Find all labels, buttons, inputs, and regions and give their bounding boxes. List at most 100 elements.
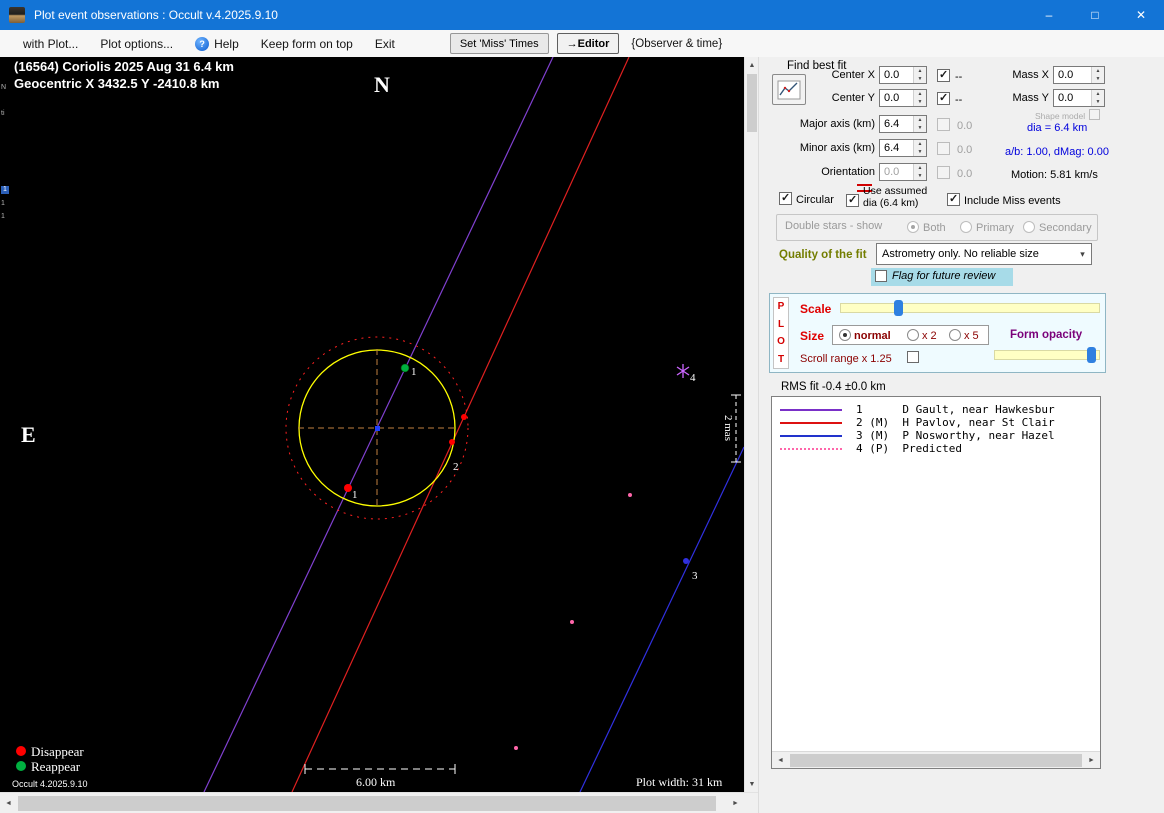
observations-listbox[interactable]: 1 D Gault, near Hawkesbur 2 (M) H Pavlov… — [771, 396, 1101, 769]
menu-with-plot[interactable]: with Plot... — [12, 37, 89, 51]
spinner-down-icon[interactable]: ▼ — [914, 148, 926, 156]
observation-row[interactable]: 2 (M) H Pavlov, near St Clair — [780, 416, 1100, 429]
observation-row[interactable]: 3 (M) P Nosworthy, near Hazel — [780, 429, 1100, 442]
shape-model-checkbox[interactable] — [1089, 109, 1100, 120]
chord-2-line[interactable] — [291, 57, 630, 792]
scale-slider-thumb[interactable] — [894, 300, 903, 316]
menu-plot-options[interactable]: Plot options... — [89, 37, 184, 51]
center-x-spin-buttons[interactable]: ▲ ▼ — [913, 67, 926, 83]
size-x2-label: x 2 — [922, 330, 937, 342]
close-icon: ✕ — [1135, 8, 1147, 22]
scroll-range-checkbox[interactable] — [907, 351, 919, 363]
spinner-up-icon[interactable]: ▲ — [914, 140, 926, 148]
listbox-scroll-left-button[interactable]: ◄ — [772, 752, 789, 768]
center-y-spinner[interactable]: 0.0 ▲ ▼ — [879, 89, 927, 107]
mass-y-spinner[interactable]: 0.0 ▲ ▼ — [1053, 89, 1105, 107]
listbox-horizontal-scrollbar[interactable]: ◄ ► — [772, 751, 1100, 768]
horizontal-scroll-thumb[interactable] — [18, 796, 716, 811]
major-axis-spinner[interactable]: 6.4 ▲ ▼ — [879, 115, 927, 133]
form-opacity-slider[interactable] — [994, 346, 1100, 364]
spinner-up-icon[interactable]: ▲ — [1092, 67, 1104, 75]
form-opacity-slider-track[interactable] — [994, 350, 1100, 360]
predicted-star-marker[interactable] — [676, 364, 690, 378]
mass-x-spin-buttons[interactable]: ▲ ▼ — [1091, 67, 1104, 83]
titlebar[interactable]: Plot event observations : Occult v.4.202… — [0, 0, 1164, 30]
scroll-up-button[interactable]: ▲ — [745, 57, 759, 73]
major-axis-label: Major axis (km) — [799, 118, 875, 130]
background-window-fragment: N — [1, 84, 7, 91]
double-stars-both-radio[interactable] — [907, 221, 919, 233]
use-assumed-checkbox[interactable] — [846, 193, 859, 207]
spinner-down-icon[interactable]: ▼ — [914, 172, 926, 180]
minor-axis-spin-buttons[interactable]: ▲ ▼ — [913, 140, 926, 156]
predicted-dot — [628, 493, 632, 497]
spinner-up-icon[interactable]: ▲ — [1092, 90, 1104, 98]
mass-y-spin-buttons[interactable]: ▲ ▼ — [1091, 90, 1104, 106]
spinner-down-icon[interactable]: ▼ — [914, 98, 926, 106]
form-opacity-slider-thumb[interactable] — [1087, 347, 1096, 363]
chord-3-marker[interactable] — [683, 558, 689, 564]
chord-1-line[interactable] — [203, 57, 554, 792]
circular-checkbox[interactable] — [779, 191, 792, 205]
spinner-up-icon[interactable]: ▲ — [914, 90, 926, 98]
menu-exit[interactable]: Exit — [364, 37, 406, 51]
center-x-checkbox[interactable] — [937, 68, 950, 82]
major-axis-spin-buttons[interactable]: ▲ ▼ — [913, 116, 926, 132]
size-x2-radio[interactable] — [907, 329, 919, 341]
reappear-marker-1[interactable] — [400, 363, 410, 373]
minor-axis-spinner[interactable]: 6.4 ▲ ▼ — [879, 139, 927, 157]
vertical-scroll-thumb[interactable] — [747, 74, 757, 132]
spinner-down-icon[interactable]: ▼ — [1092, 75, 1104, 83]
listbox-scroll-thumb[interactable] — [790, 754, 1082, 767]
arrow-down-icon: ▼ — [748, 780, 756, 788]
scroll-right-button[interactable]: ► — [727, 793, 744, 813]
plot-vertical-scrollbar[interactable]: ▲ ▼ — [744, 57, 759, 792]
spinner-up-icon[interactable]: ▲ — [914, 116, 926, 124]
double-stars-primary-radio[interactable] — [960, 221, 972, 233]
orientation-spinner[interactable]: 0.0 ▲ ▼ — [879, 163, 927, 181]
center-y-checkbox[interactable] — [937, 91, 950, 105]
editor-button[interactable]: →Editor — [556, 33, 620, 54]
mass-x-spinner[interactable]: 0.0 ▲ ▼ — [1053, 66, 1105, 84]
orientation-checkbox[interactable] — [937, 166, 950, 179]
size-x5-radio[interactable] — [949, 329, 961, 341]
include-miss-checkbox[interactable] — [947, 192, 960, 206]
disappear-marker-1[interactable] — [344, 484, 352, 492]
center-y-spin-buttons[interactable]: ▲ ▼ — [913, 90, 926, 106]
scroll-down-button[interactable]: ▼ — [745, 776, 759, 792]
observation-row[interactable]: 1 D Gault, near Hawkesbur — [780, 403, 1100, 416]
minimize-button[interactable]: – — [1026, 0, 1072, 30]
scale-slider-track[interactable] — [840, 303, 1100, 313]
double-stars-secondary-radio[interactable] — [1023, 221, 1035, 233]
minor-axis-checkbox[interactable] — [937, 142, 950, 155]
spinner-down-icon[interactable]: ▼ — [914, 124, 926, 132]
chord-3-line[interactable] — [579, 446, 744, 792]
scroll-left-button[interactable]: ◄ — [0, 793, 17, 813]
close-button[interactable]: ✕ — [1118, 0, 1164, 30]
observer-time-label[interactable]: {Observer & time} — [631, 38, 722, 50]
maximize-button[interactable]: □ — [1072, 0, 1118, 30]
spinner-down-icon[interactable]: ▼ — [914, 75, 926, 83]
disappear-marker-2[interactable] — [461, 414, 467, 420]
size-normal-radio[interactable] — [839, 329, 851, 341]
plot-horizontal-scrollbar[interactable]: ◄ ► — [0, 792, 758, 813]
quality-dropdown[interactable]: Astrometry only. No reliable size ▾ — [876, 243, 1092, 265]
center-marker[interactable] — [375, 426, 380, 431]
orientation-alt-value: 0.0 — [957, 168, 973, 180]
spinner-up-icon[interactable]: ▲ — [914, 67, 926, 75]
plot-area[interactable]: N ti 1 1 1 1 1 2 3 4 (16564) Coriolis 20… — [0, 57, 744, 792]
spinner-down-icon[interactable]: ▼ — [1092, 98, 1104, 106]
menu-help[interactable]: ? Help — [184, 36, 250, 51]
disappear-marker-2b[interactable] — [449, 439, 455, 445]
center-x-spinner[interactable]: 0.0 ▲ ▼ — [879, 66, 927, 84]
include-miss-label: Include Miss events — [964, 195, 1061, 207]
scale-slider[interactable] — [840, 300, 1100, 316]
orientation-spin-buttons[interactable]: ▲ ▼ — [913, 164, 926, 180]
spinner-up-icon[interactable]: ▲ — [914, 164, 926, 172]
flag-review-checkbox[interactable] — [875, 270, 887, 282]
major-axis-checkbox[interactable] — [937, 118, 950, 131]
listbox-scroll-right-button[interactable]: ► — [1083, 752, 1100, 768]
menu-keep-on-top[interactable]: Keep form on top — [250, 37, 364, 51]
observation-row[interactable]: 4 (P) Predicted — [780, 442, 1100, 455]
set-miss-times-button[interactable]: Set 'Miss' Times — [449, 33, 549, 54]
